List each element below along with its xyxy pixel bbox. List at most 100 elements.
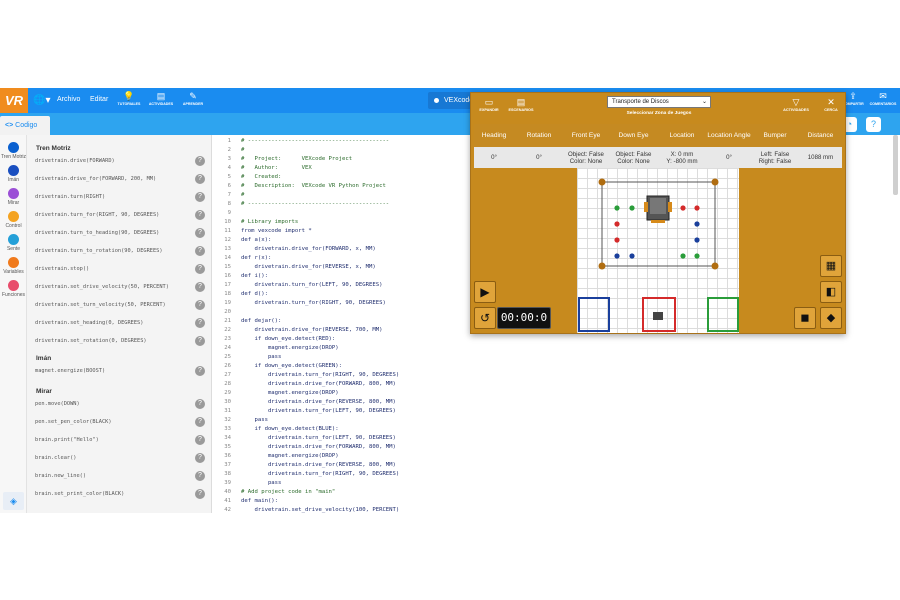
code-line[interactable]: def dejar(): [241,318,281,324]
code-line[interactable]: drivetrain.drive_for(REVERSE, 800, MM) [241,399,396,405]
palette-command[interactable]: brain.print("Hello")? [35,434,205,446]
palette-command[interactable]: magnet.energize(BOOST)? [35,365,205,377]
help-icon[interactable]: ? [195,156,205,166]
code-line[interactable]: def a(x): [241,237,271,243]
dashboard-toggle-button[interactable]: ▦ [820,255,842,277]
code-line[interactable]: magnet.energize(DROP) [241,453,339,459]
activities-panel-button[interactable]: ▽ ACTIVIDADES [782,97,810,113]
palette-command[interactable]: pen.set_pen_color(BLACK)? [35,416,205,428]
help-icon[interactable]: ? [195,489,205,499]
category-variables[interactable]: Variables [0,257,27,275]
category-control[interactable]: Control [0,211,27,229]
code-line[interactable]: # [241,192,244,198]
play-button[interactable]: ▶ [474,281,496,303]
code-line[interactable]: def r(x): [241,255,271,261]
help-icon[interactable]: ? [195,471,205,481]
close-button[interactable]: ✕ CERCA [817,97,845,113]
help-icon[interactable]: ? [195,399,205,409]
palette-command[interactable]: drivetrain.drive(FORWARD)? [35,155,205,167]
code-line[interactable]: # --------------------------------------… [241,138,389,144]
code-line[interactable]: drivetrain.drive_for(REVERSE, 700, MM) [241,327,382,333]
palette-command[interactable]: drivetrain.stop()? [35,263,205,275]
palette-command[interactable]: brain.new_line()? [35,470,205,482]
code-line[interactable]: magnet.energize(DROP) [241,390,339,396]
code-line[interactable]: pass [241,354,281,360]
help-button[interactable]: ? [866,117,881,132]
category-magnet[interactable]: Imán [0,165,27,183]
palette-command[interactable]: drivetrain.turn(RIGHT)? [35,191,205,203]
aligned-view-button[interactable]: ◆ [820,307,842,329]
learn-button[interactable]: ✎ APRENDER [178,91,208,107]
code-line[interactable]: if down_eye.detect(GREEN): [241,363,342,369]
code-line[interactable]: drivetrain.drive_for(FORWARD, x, MM) [241,246,375,252]
code-line[interactable]: pass [241,480,281,486]
help-icon[interactable]: ? [195,282,205,292]
code-line[interactable]: # Add project code in "main" [241,489,335,495]
help-icon[interactable]: ? [195,453,205,463]
editor-scrollbar[interactable] [893,135,898,195]
category-drivetrain[interactable]: Tren Motriz [0,142,27,160]
help-icon[interactable]: ? [195,336,205,346]
help-icon[interactable]: ? [195,264,205,274]
camera-button[interactable]: ◧ [820,281,842,303]
code-line[interactable]: # Created: [241,174,281,180]
code-line[interactable]: def main(): [241,498,278,504]
palette-command[interactable]: drivetrain.turn_for(RIGHT, 90, DEGREES)? [35,209,205,221]
palette-command[interactable]: drivetrain.set_rotation(0, DEGREES)? [35,335,205,347]
code-line[interactable]: drivetrain.turn_for(RIGHT, 90, DEGREES) [241,300,385,306]
code-line[interactable]: drivetrain.drive_for(REVERSE, 800, MM) [241,462,396,468]
category-sensing[interactable]: Sente [0,234,27,252]
help-icon[interactable]: ? [195,210,205,220]
menu-archivo[interactable]: Archivo [57,96,80,103]
category-looks[interactable]: Mirar [0,188,27,206]
code-line[interactable]: drivetrain.turn_for(RIGHT, 90, DEGREES) [241,471,399,477]
palette-command[interactable]: drivetrain.set_turn_velocity(50, PERCENT… [35,299,205,311]
scenes-button[interactable]: ▤ ESCENARIOS [507,97,535,113]
tutorials-button[interactable]: 💡 TUTORIALES [114,91,144,107]
code-line[interactable]: drivetrain.turn_for(LEFT, 90, DEGREES) [241,435,396,441]
extensions-button[interactable]: ◈ [3,492,24,510]
expand-button[interactable]: ▭ EXPANDIR [475,97,503,113]
help-icon[interactable]: ? [195,366,205,376]
help-icon[interactable]: ? [195,174,205,184]
help-icon[interactable]: ? [195,192,205,202]
code-line[interactable]: if down_eye.detect(RED): [241,336,335,342]
help-icon[interactable]: ? [195,300,205,310]
language-globe-icon[interactable]: 🌐▾ [33,95,50,106]
playground-select[interactable]: Transporte de Discos ⌄ [607,96,711,108]
code-line[interactable]: drivetrain.drive_for(FORWARD, 800, MM) [241,381,396,387]
palette-command[interactable]: drivetrain.turn_to_rotation(90, DEGREES)… [35,245,205,257]
code-line[interactable]: if down_eye.detect(BLUE): [241,426,338,432]
palette-command[interactable]: drivetrain.set_drive_velocity(50, PERCEN… [35,281,205,293]
code-line[interactable]: # Project: VEXcode Project [241,156,352,162]
palette-command[interactable]: drivetrain.turn_to_heading(90, DEGREES)? [35,227,205,239]
palette-command[interactable]: drivetrain.drive_for(FORWARD, 200, MM)? [35,173,205,185]
palette-command[interactable]: pen.move(DOWN)? [35,398,205,410]
activities-button[interactable]: ▤ ACTIVIDADES [146,91,176,107]
feedback-button[interactable]: ✉ COMENTARIOS [868,91,898,107]
help-icon[interactable]: ? [195,318,205,328]
help-icon[interactable]: ? [195,246,205,256]
code-line[interactable]: # --------------------------------------… [241,201,389,207]
palette-command[interactable]: brain.set_print_color(BLACK)? [35,488,205,500]
code-line[interactable]: # Author: VEX [241,165,312,171]
view-button[interactable]: ◼ [794,307,816,329]
help-icon[interactable]: ? [195,435,205,445]
code-line[interactable]: magnet.energize(DROP) [241,345,339,351]
code-line[interactable]: drivetrain.turn_for(LEFT, 90, DEGREES) [241,282,382,288]
help-icon[interactable]: ? [195,417,205,427]
palette-command[interactable]: drivetrain.set_heading(0, DEGREES)? [35,317,205,329]
tab-code[interactable]: <> Codigo [0,116,50,135]
menu-editar[interactable]: Editar [90,96,108,103]
code-line[interactable]: drivetrain.drive_for(FORWARD, 800, MM) [241,444,396,450]
code-line[interactable]: drivetrain.turn_for(LEFT, 90, DEGREES) [241,408,396,414]
code-line[interactable]: # Description: VEXcode VR Python Project [241,183,386,189]
category-functions[interactable]: Funciones [0,280,27,298]
code-line[interactable]: # [241,147,244,153]
code-line[interactable]: pass [241,417,267,423]
code-line[interactable]: drivetrain.set_drive_velocity(100, PERCE… [241,507,399,513]
code-line[interactable]: def d(): [241,291,268,297]
code-line[interactable]: def i(): [241,273,268,279]
code-line[interactable]: # Library imports [241,219,298,225]
code-line[interactable]: from vexcode import * [241,228,312,234]
